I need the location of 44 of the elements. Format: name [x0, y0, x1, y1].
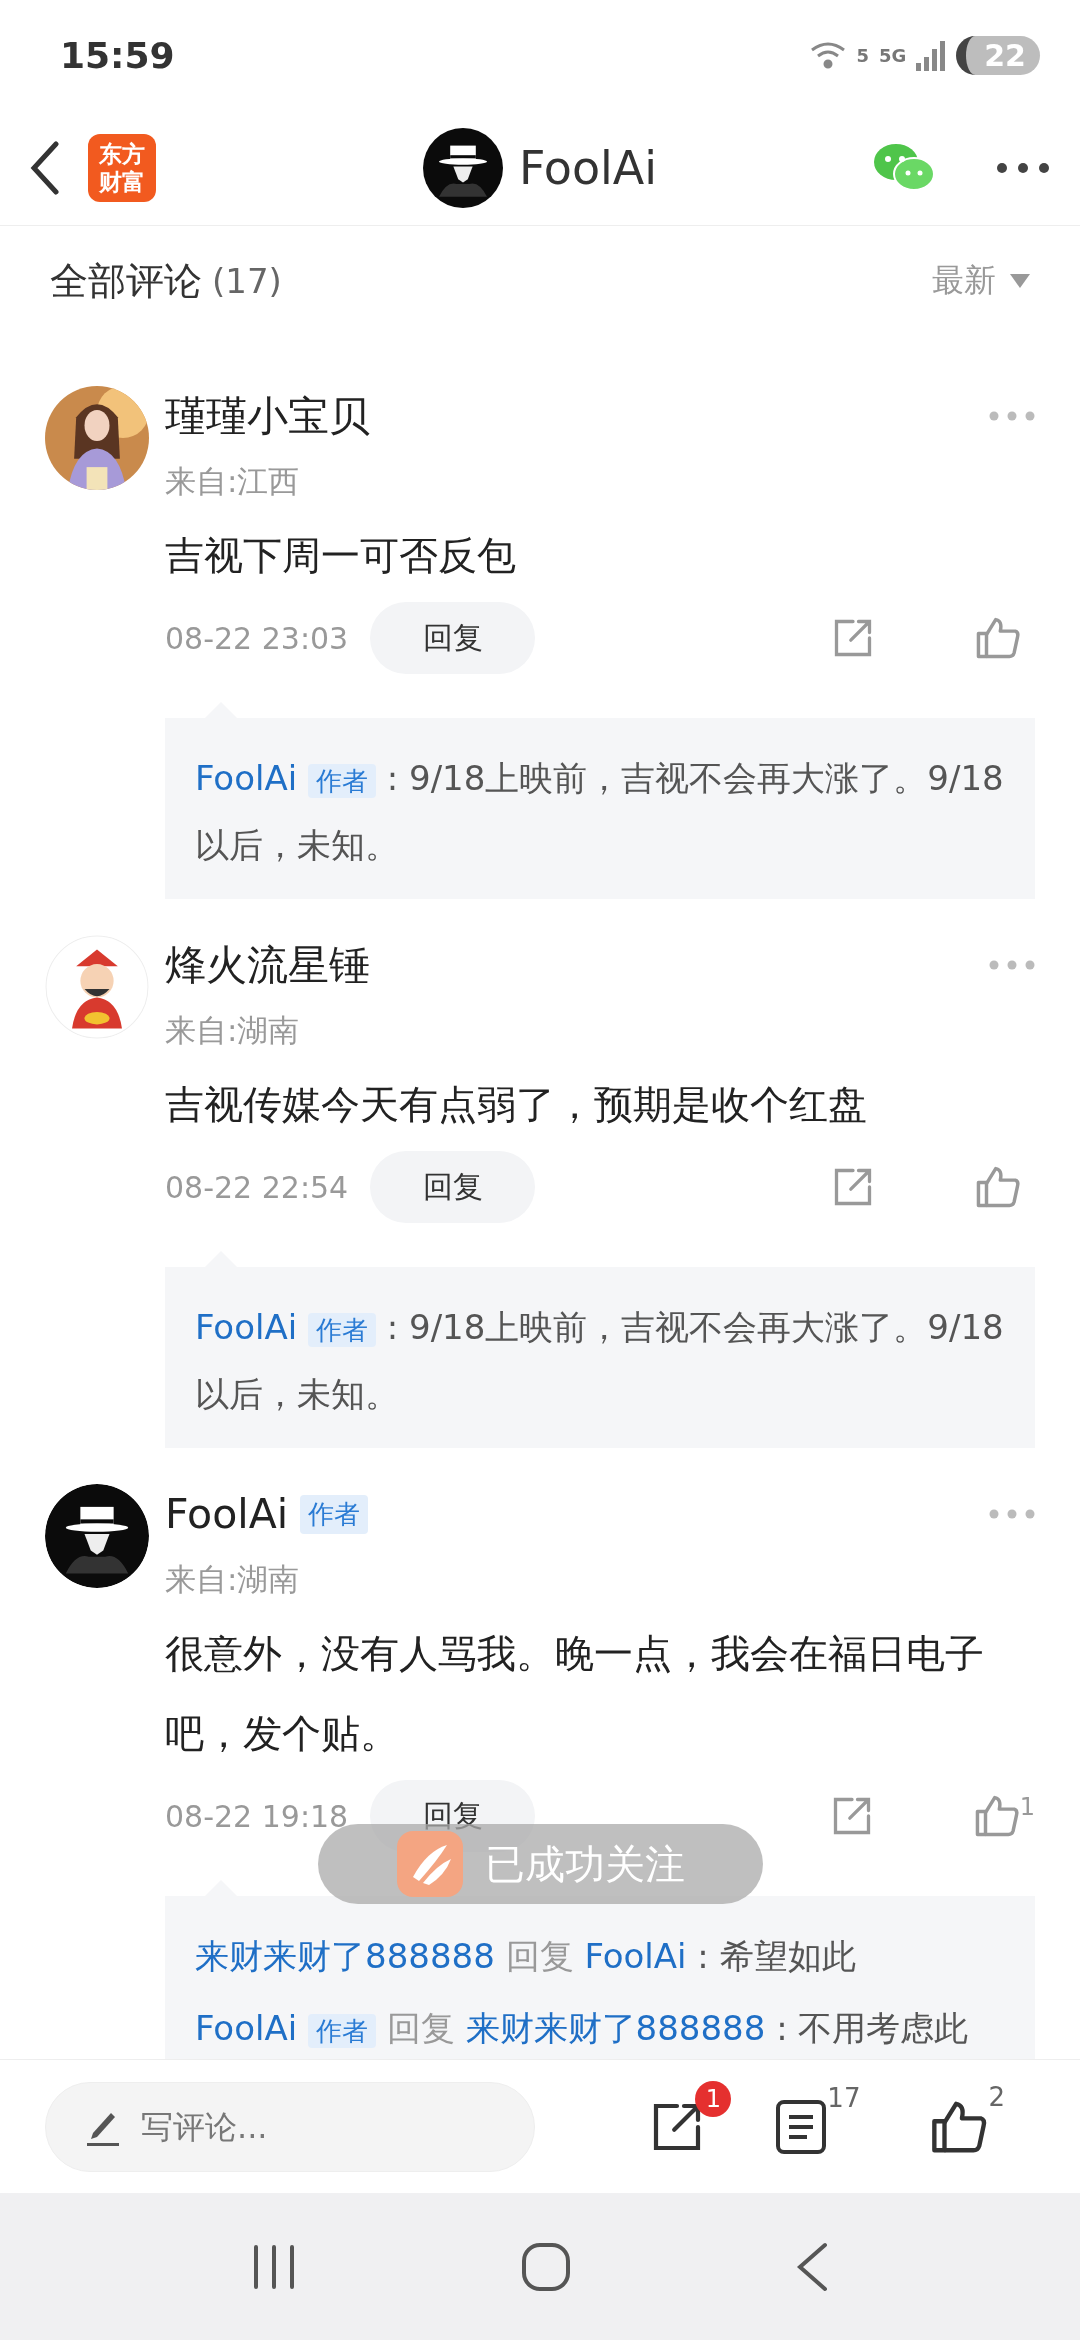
signal-icon	[916, 39, 947, 71]
reply-text: FoolAi 作者 : 9/18上映前，吉视不会再大涨了。9/18以后，未知。	[195, 757, 1005, 867]
author-name[interactable]: FoolAi	[518, 140, 658, 195]
commenter-name[interactable]: 烽火流星锤	[165, 937, 370, 993]
commenter-name[interactable]: 瑾瑾小宝贝	[165, 388, 370, 444]
thumbs-up-icon[interactable]	[975, 615, 1021, 661]
reply-text: FoolAi 作者 回复 来财来财了888888 : 不用考虑此	[195, 2007, 970, 2050]
like-total: 2	[988, 2081, 1005, 2112]
reply-text: 来财来财了888888 回复 FoolAi : 希望如此	[195, 1935, 857, 1978]
comment-text: 很意外，没有人骂我。晚一点，我会在福日电子吧，发个贴。	[165, 1630, 985, 1758]
comments-icon[interactable]	[775, 2098, 828, 2155]
location-label: 来自:湖南	[165, 1011, 301, 1050]
author-badge: 作者	[300, 1494, 369, 1534]
battery-level: 22	[956, 35, 1040, 75]
notification-badge: 1	[695, 2080, 732, 2117]
back-icon[interactable]	[795, 2241, 828, 2292]
comment-time: 08-22 19:18	[165, 1798, 350, 1834]
section-title: 全部评论	[50, 257, 202, 305]
thumbs-up-icon[interactable]	[975, 1164, 1021, 1210]
wifi-icon	[810, 40, 847, 70]
back-icon[interactable]	[30, 140, 60, 195]
more-icon[interactable]	[996, 161, 1050, 174]
network-label: 5G	[878, 44, 907, 66]
location-label: 来自:湖南	[165, 1560, 301, 1599]
status-time: 15:59	[60, 34, 175, 76]
comment-field[interactable]: 写评论...	[45, 2081, 535, 2172]
reply-button[interactable]: 回复	[370, 602, 535, 674]
comment-time: 08-22 22:54	[165, 1169, 350, 1205]
comment-count: (17)	[212, 261, 282, 301]
location-label: 来自:江西	[165, 462, 301, 501]
commenter-name[interactable]: FoolAi	[165, 1490, 289, 1538]
like-count: 1	[1019, 1793, 1035, 1821]
home-icon[interactable]	[521, 2241, 571, 2292]
reply-text: FoolAi 作者 : 9/18上映前，吉视不会再大涨了。9/18以后，未知。	[195, 1306, 1005, 1416]
recent-apps-icon[interactable]	[252, 2243, 297, 2290]
app-icon	[396, 1831, 463, 1897]
dropdown-icon[interactable]	[1010, 274, 1030, 288]
reply-button[interactable]: 回复	[370, 1151, 535, 1223]
comment-text: 吉视下周一可否反包	[165, 532, 517, 580]
comment-time: 08-22 23:03	[165, 620, 350, 656]
comment-text: 吉视传媒今天有点弱了，预期是收个红盘	[165, 1081, 868, 1129]
wifi-label: 5	[856, 44, 869, 66]
thumbs-up-icon[interactable]	[973, 1793, 1020, 1839]
comment-total: 17	[827, 2082, 861, 2113]
